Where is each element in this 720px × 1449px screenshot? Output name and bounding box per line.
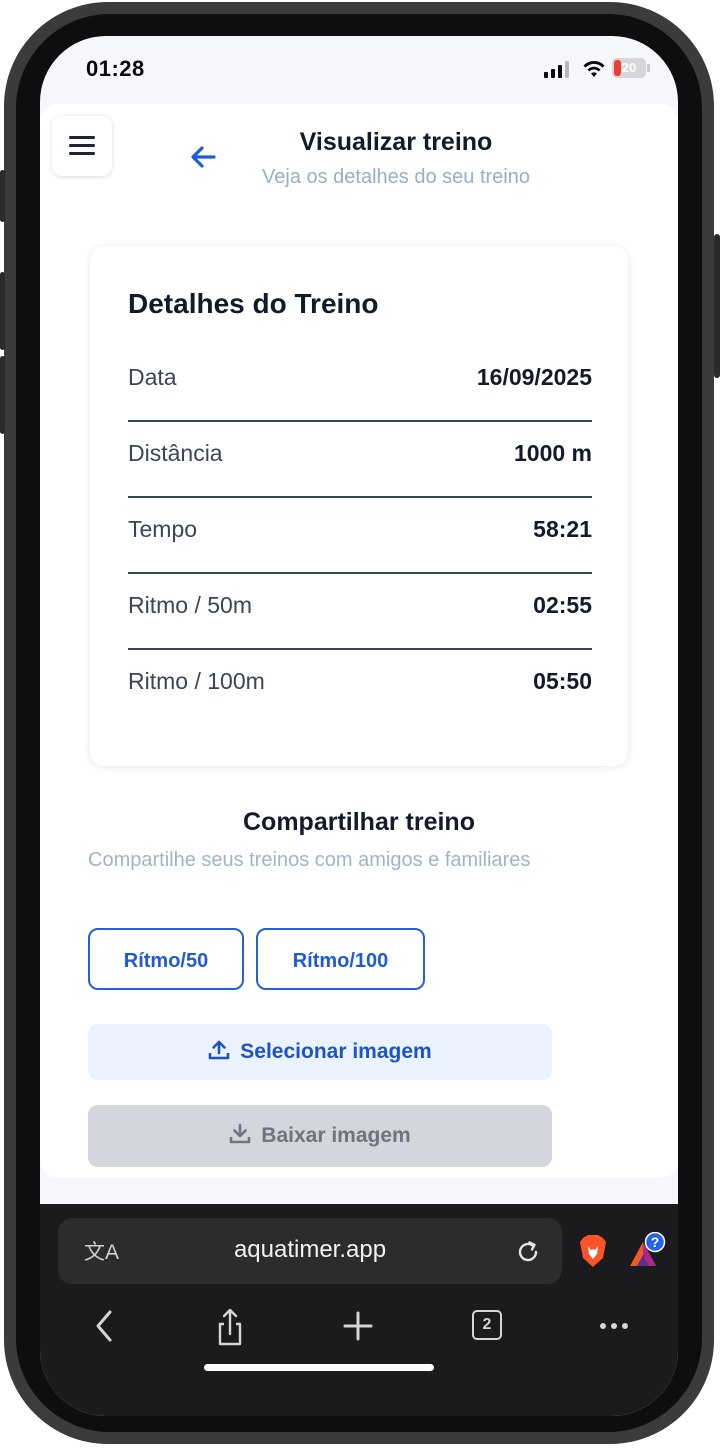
- battery-cap: [647, 64, 650, 72]
- screen: 01:28 20 Visualizar treino Veja os detal…: [40, 36, 678, 1416]
- back-nav-icon[interactable]: [88, 1296, 120, 1356]
- detail-value: 1000 m: [513, 440, 592, 466]
- url-text: aquatimer.app: [233, 1236, 387, 1263]
- detail-row-pace-50: Ritmo / 50m 02:55: [128, 574, 592, 650]
- cellular-signal-icon: [544, 61, 569, 78]
- detail-label: Tempo: [128, 516, 198, 542]
- reload-icon[interactable]: [514, 1238, 542, 1266]
- download-image-button[interactable]: Baixar imagem: [88, 1105, 552, 1167]
- tabs-button[interactable]: 2: [471, 1296, 505, 1356]
- power-button: [714, 234, 720, 378]
- status-bar: 01:28 20: [40, 36, 678, 106]
- download-icon: [229, 1124, 251, 1144]
- address-bar[interactable]: 文A aquatimer.app: [58, 1218, 562, 1284]
- new-tab-icon[interactable]: [342, 1296, 374, 1356]
- page-title: Visualizar treino: [299, 128, 493, 156]
- rewards-badge: ?: [651, 1234, 660, 1250]
- pace-50-chip[interactable]: Rítmo/50: [88, 928, 244, 990]
- share-title: Compartilhar treino: [243, 808, 475, 836]
- status-time: 01:28: [86, 56, 145, 81]
- menu-button[interactable]: [52, 116, 112, 176]
- pace-100-chip[interactable]: Rítmo/100: [256, 928, 425, 990]
- side-button: [0, 170, 5, 222]
- select-image-button[interactable]: Selecionar imagem: [88, 1024, 552, 1080]
- volume-down-button: [0, 356, 5, 434]
- battery-level: 20: [621, 60, 637, 75]
- home-indicator[interactable]: [204, 1364, 434, 1371]
- detail-value: 58:21: [533, 516, 592, 542]
- app-page: Visualizar treino Veja os detalhes do se…: [40, 104, 678, 1178]
- battery-icon: 20: [612, 58, 646, 78]
- detail-label: Distância: [128, 440, 223, 466]
- brave-shield-icon[interactable]: [578, 1234, 608, 1268]
- share-icon[interactable]: [214, 1296, 246, 1356]
- select-image-label: Selecionar imagem: [240, 1040, 432, 1063]
- detail-label: Data: [128, 364, 177, 390]
- card-title: Detalhes do Treino: [128, 288, 379, 319]
- detail-row-time: Tempo 58:21: [128, 498, 592, 574]
- download-image-label: Baixar imagem: [261, 1124, 411, 1147]
- detail-label: Ritmo / 100m: [128, 668, 265, 694]
- detail-row-distance: Distância 1000 m: [128, 422, 592, 498]
- tabs-count: 2: [472, 1310, 502, 1340]
- upload-icon: [208, 1041, 230, 1060]
- rewards-icon[interactable]: ?: [626, 1232, 668, 1268]
- wifi-icon: [583, 61, 605, 77]
- browser-toolbar: 文A aquatimer.app ? 2: [40, 1204, 678, 1416]
- detail-value: 05:50: [533, 668, 592, 694]
- detail-value: 02:55: [533, 592, 592, 618]
- detail-row-pace-100: Ritmo / 100m 05:50: [128, 650, 592, 726]
- detail-label: Ritmo / 50m: [128, 592, 252, 618]
- detail-value: 16/09/2025: [476, 364, 592, 390]
- page-subtitle: Veja os detalhes do seu treino: [262, 166, 530, 188]
- more-icon[interactable]: [598, 1296, 632, 1356]
- share-subtitle: Compartilhe seus treinos com amigos e fa…: [88, 849, 531, 871]
- detail-row-date: Data 16/09/2025: [128, 346, 592, 422]
- volume-up-button: [0, 272, 5, 350]
- workout-details-card: Detalhes do Treino Data 16/09/2025 Distâ…: [90, 246, 628, 766]
